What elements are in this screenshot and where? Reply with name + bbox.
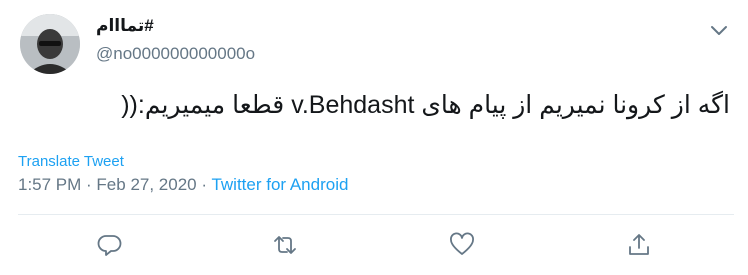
display-name[interactable]: #تمااام xyxy=(96,16,154,36)
translate-tweet-link[interactable]: Translate Tweet xyxy=(18,153,124,170)
tweet-text: اگه از کرونا نمیریم از پیام های v.Behdas… xyxy=(121,91,730,119)
divider xyxy=(18,214,734,215)
retweet-icon[interactable] xyxy=(272,232,298,258)
meta-separator: · xyxy=(81,175,97,194)
heart-icon[interactable] xyxy=(449,232,475,258)
tweet-time[interactable]: 1:57 PM xyxy=(18,175,81,194)
share-icon[interactable] xyxy=(626,232,652,258)
avatar[interactable] xyxy=(20,14,80,74)
reply-icon[interactable] xyxy=(97,232,123,258)
tweet-card: #تمااام @no000000000000o اگه از کرونا نم… xyxy=(0,0,748,275)
tweet-source-link[interactable]: Twitter for Android xyxy=(211,175,348,194)
chevron-down-icon[interactable] xyxy=(707,18,731,42)
user-handle[interactable]: @no000000000000o xyxy=(96,44,255,64)
tweet-meta: 1:57 PM · Feb 27, 2020 · Twitter for And… xyxy=(18,175,348,195)
meta-separator-2: · xyxy=(196,175,212,194)
tweet-date[interactable]: Feb 27, 2020 xyxy=(96,175,196,194)
